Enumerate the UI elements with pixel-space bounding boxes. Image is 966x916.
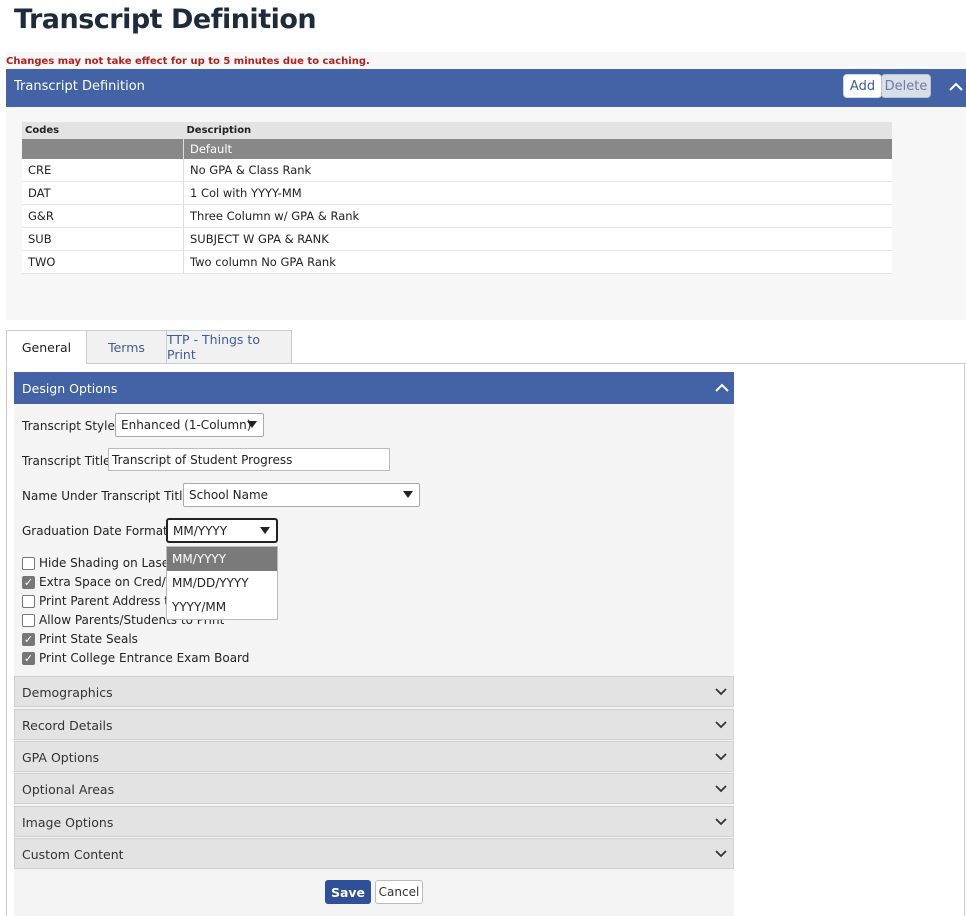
checkbox-label: Print College Entrance Exam Board: [39, 651, 250, 665]
table-row[interactable]: G&R Three Column w/ GPA & Rank: [22, 204, 892, 228]
chevron-down-icon: [715, 850, 727, 858]
section-title: Demographics: [22, 685, 113, 700]
checkbox-college-entrance-exam[interactable]: ✓ Print College Entrance Exam Board: [22, 649, 249, 667]
checkmark-icon[interactable]: ✓: [22, 575, 35, 589]
checkbox-box[interactable]: [22, 556, 35, 570]
design-options-title: Design Options: [22, 381, 118, 396]
checkbox-label: Extra Space on Cred/G: [39, 575, 176, 589]
dropdown-option[interactable]: YYYY/MM: [167, 595, 277, 619]
checkmark-icon[interactable]: ✓: [22, 651, 35, 665]
checkbox-label: Print State Seals: [39, 632, 138, 646]
graduation-date-value: MM/YYYY: [173, 523, 228, 538]
description-cell: SUBJECT W GPA & RANK: [183, 227, 892, 251]
table-row[interactable]: Default: [22, 139, 892, 159]
table-row[interactable]: TWO Two column No GPA Rank: [22, 250, 892, 274]
description-cell: No GPA & Class Rank: [183, 159, 892, 182]
caret-down-icon: [247, 421, 257, 428]
delete-button[interactable]: Delete: [881, 74, 931, 98]
dropdown-option[interactable]: MM/YYYY: [167, 547, 277, 571]
section-title: Custom Content: [22, 847, 124, 862]
cache-warning: Changes may not take effect for up to 5 …: [6, 56, 370, 67]
transcript-title-label: Transcript Title:: [22, 454, 115, 468]
add-button[interactable]: Add: [843, 74, 882, 98]
code-cell: G&R: [22, 204, 184, 228]
tab-general[interactable]: General: [6, 330, 87, 364]
description-cell: 1 Col with YYYY-MM: [183, 181, 892, 205]
table-row[interactable]: SUB SUBJECT W GPA & RANK: [22, 227, 892, 251]
checkbox-print-parent-address[interactable]: Print Parent Address to: [22, 592, 176, 610]
checkbox-extra-space[interactable]: ✓ Extra Space on Cred/G: [22, 573, 175, 591]
code-cell: TWO: [22, 250, 184, 274]
chevron-down-icon: [715, 721, 727, 729]
section-title: Optional Areas: [22, 782, 115, 797]
chevron-down-icon: [715, 753, 727, 761]
section-gpa-options[interactable]: GPA Options: [14, 741, 734, 772]
column-header-description: Description: [183, 122, 892, 139]
section-title: Image Options: [22, 815, 114, 830]
dropdown-option[interactable]: MM/DD/YYYY: [167, 571, 277, 595]
name-under-title-select[interactable]: School Name: [183, 483, 420, 507]
codes-table: Codes Description Default CRE No GPA & C…: [22, 122, 892, 274]
tab-terms[interactable]: Terms: [86, 330, 167, 364]
description-cell: Default: [183, 139, 892, 159]
graduation-date-select[interactable]: MM/YYYY: [166, 518, 278, 543]
name-under-title-value: School Name: [189, 488, 269, 502]
chevron-up-icon: [715, 383, 729, 392]
checkbox-hide-shading[interactable]: Hide Shading on Laser: [22, 554, 174, 572]
section-image-options[interactable]: Image Options: [14, 806, 734, 837]
code-cell: CRE: [22, 159, 184, 182]
section-record-details[interactable]: Record Details: [14, 709, 734, 740]
code-cell: SUB: [22, 227, 184, 251]
checkbox-box[interactable]: [22, 594, 35, 608]
transcript-style-label: Transcript Style:: [22, 419, 119, 433]
checkbox-label: Hide Shading on Laser: [39, 556, 175, 570]
design-options-header[interactable]: Design Options: [14, 372, 734, 404]
chevron-down-icon: [715, 785, 727, 793]
caret-down-icon: [403, 491, 413, 498]
transcript-title-input[interactable]: Transcript of Student Progress: [108, 448, 390, 471]
section-optional-areas[interactable]: Optional Areas: [14, 773, 734, 804]
tab-things-to-print[interactable]: TTP - Things to Print: [166, 330, 292, 364]
code-cell: [22, 139, 184, 159]
table-row[interactable]: CRE No GPA & Class Rank: [22, 159, 892, 182]
section-title: Record Details: [22, 718, 113, 733]
checkbox-label: Print Parent Address to: [39, 594, 177, 608]
section-title: GPA Options: [22, 750, 100, 765]
description-cell: Two column No GPA Rank: [183, 250, 892, 274]
page-title: Transcript Definition: [14, 4, 317, 35]
table-row[interactable]: DAT 1 Col with YYYY-MM: [22, 181, 892, 205]
graduation-date-label: Graduation Date Format:: [22, 524, 172, 538]
collapse-chevron-icon[interactable]: [946, 78, 966, 96]
cancel-button[interactable]: Cancel: [375, 880, 423, 904]
chevron-down-icon: [715, 818, 727, 826]
column-header-codes: Codes: [22, 122, 184, 139]
name-under-title-label: Name Under Transcript Title:: [22, 489, 194, 503]
checkbox-print-state-seals[interactable]: ✓ Print State Seals: [22, 630, 138, 648]
checkbox-box[interactable]: [22, 613, 35, 627]
description-cell: Three Column w/ GPA & Rank: [183, 204, 892, 228]
save-button[interactable]: Save: [325, 880, 371, 904]
code-cell: DAT: [22, 181, 184, 205]
definition-header-title: Transcript Definition: [14, 79, 145, 94]
graduation-date-dropdown: MM/YYYY MM/DD/YYYY YYYY/MM: [166, 546, 278, 620]
caret-down-icon: [260, 527, 270, 534]
transcript-style-select[interactable]: Enhanced (1-Column): [115, 413, 264, 437]
section-demographics[interactable]: Demographics: [14, 676, 734, 707]
section-custom-content[interactable]: Custom Content: [14, 838, 734, 869]
definition-header: Transcript Definition Add Delete: [6, 69, 966, 107]
chevron-down-icon: [715, 688, 727, 696]
checkmark-icon[interactable]: ✓: [22, 632, 35, 646]
transcript-style-value: Enhanced (1-Column): [121, 418, 252, 432]
